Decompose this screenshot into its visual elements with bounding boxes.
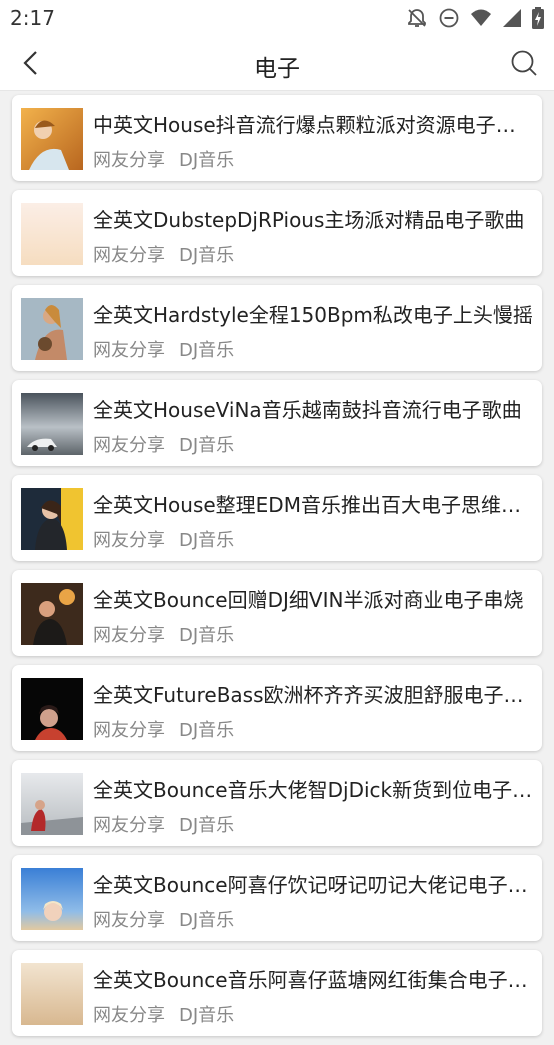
song-meta: 网友分享 DJ音乐 [93, 1001, 234, 1027]
song-category: DJ音乐 [179, 910, 235, 931]
song-category: DJ音乐 [179, 435, 235, 456]
song-title: 全英文FutureBass欧洲杯齐齐买波胆舒服电子串烧 [93, 683, 534, 707]
song-title: 全英文Bounce音乐大佬智DjDick新货到位电子串烧 [93, 778, 534, 802]
song-title: 全英文Bounce音乐阿喜仔蓝塘网红街集合电子串烧 [93, 968, 534, 992]
song-meta: 网友分享 DJ音乐 [93, 716, 234, 742]
song-source: 网友分享 [93, 340, 165, 361]
status-time: 2:17 [10, 6, 55, 30]
song-meta: 网友分享 DJ音乐 [93, 811, 234, 837]
song-source: 网友分享 [93, 530, 165, 551]
wifi-icon [470, 8, 492, 28]
song-category: DJ音乐 [179, 625, 235, 646]
song-category: DJ音乐 [179, 1005, 235, 1026]
song-meta: 网友分享 DJ音乐 [93, 146, 234, 172]
song-title: 全英文Hardstyle全程150Bpm私改电子上头慢摇 [93, 303, 533, 327]
song-category: DJ音乐 [179, 245, 235, 266]
song-thumbnail [21, 773, 83, 835]
song-category: DJ音乐 [179, 720, 235, 741]
song-list: 中英文House抖音流行爆点颗粒派对资源电子歌曲 网友分享 DJ音乐 全英文Dub… [0, 95, 554, 1045]
song-category: DJ音乐 [179, 530, 235, 551]
song-card[interactable]: 全英文Bounce音乐阿喜仔蓝塘网红街集合电子串烧 网友分享 DJ音乐 [12, 950, 542, 1036]
song-thumbnail [21, 868, 83, 930]
song-thumbnail [21, 678, 83, 740]
song-source: 网友分享 [93, 245, 165, 266]
song-meta: 网友分享 DJ音乐 [93, 336, 234, 362]
status-bar: 2:17 [0, 0, 554, 37]
song-title: 全英文Bounce回赠DJ细VIN半派对商业电子串烧 [93, 588, 524, 612]
song-card[interactable]: 全英文Bounce回赠DJ细VIN半派对商业电子串烧 网友分享 DJ音乐 [12, 570, 542, 656]
signal-icon [502, 8, 522, 28]
song-category: DJ音乐 [179, 815, 235, 836]
search-icon [511, 50, 537, 76]
song-title: 全英文HouseViNa音乐越南鼓抖音流行电子歌曲 [93, 398, 522, 422]
battery-charging-icon [532, 7, 544, 29]
song-card[interactable]: 全英文FutureBass欧洲杯齐齐买波胆舒服电子串烧 网友分享 DJ音乐 [12, 665, 542, 751]
song-source: 网友分享 [93, 150, 165, 171]
song-thumbnail [21, 583, 83, 645]
song-card[interactable]: 全英文Bounce音乐大佬智DjDick新货到位电子串烧 网友分享 DJ音乐 [12, 760, 542, 846]
song-category: DJ音乐 [179, 150, 235, 171]
song-meta: 网友分享 DJ音乐 [93, 241, 234, 267]
song-source: 网友分享 [93, 910, 165, 931]
bell-off-icon [406, 7, 428, 29]
song-card[interactable]: 全英文DubstepDjRPious主场派对精品电子歌曲 网友分享 DJ音乐 [12, 190, 542, 276]
song-card[interactable]: 全英文Hardstyle全程150Bpm私改电子上头慢摇 网友分享 DJ音乐 [12, 285, 542, 371]
song-meta: 网友分享 DJ音乐 [93, 621, 234, 647]
song-card[interactable]: 中英文House抖音流行爆点颗粒派对资源电子歌曲 网友分享 DJ音乐 [12, 95, 542, 181]
song-card[interactable]: 全英文Bounce阿喜仔饮记呀记叨记大佬记电子串烧 网友分享 DJ音乐 [12, 855, 542, 941]
song-source: 网友分享 [93, 815, 165, 836]
song-title: 全英文House整理EDM音乐推出百大电子思维串烧 [93, 493, 534, 517]
song-title: 全英文Bounce阿喜仔饮记呀记叨记大佬记电子串烧 [93, 873, 534, 897]
song-thumbnail [21, 203, 83, 265]
app-header: 电子 [0, 37, 554, 91]
search-button[interactable] [510, 49, 538, 77]
song-thumbnail [21, 488, 83, 550]
page-title: 电子 [254, 56, 300, 82]
song-title: 中英文House抖音流行爆点颗粒派对资源电子歌曲 [93, 113, 534, 137]
song-card[interactable]: 全英文House整理EDM音乐推出百大电子思维串烧 网友分享 DJ音乐 [12, 475, 542, 561]
do-not-disturb-icon [438, 7, 460, 29]
song-source: 网友分享 [93, 1005, 165, 1026]
song-card[interactable]: 全英文HouseViNa音乐越南鼓抖音流行电子歌曲 网友分享 DJ音乐 [12, 380, 542, 466]
song-meta: 网友分享 DJ音乐 [93, 526, 234, 552]
song-source: 网友分享 [93, 435, 165, 456]
song-title: 全英文DubstepDjRPious主场派对精品电子歌曲 [93, 208, 525, 232]
song-source: 网友分享 [93, 720, 165, 741]
song-source: 网友分享 [93, 625, 165, 646]
song-meta: 网友分享 DJ音乐 [93, 906, 234, 932]
song-meta: 网友分享 DJ音乐 [93, 431, 234, 457]
status-icons [406, 7, 544, 29]
song-thumbnail [21, 108, 83, 170]
song-thumbnail [21, 298, 83, 360]
song-thumbnail [21, 963, 83, 1025]
song-category: DJ音乐 [179, 340, 235, 361]
song-thumbnail [21, 393, 83, 455]
